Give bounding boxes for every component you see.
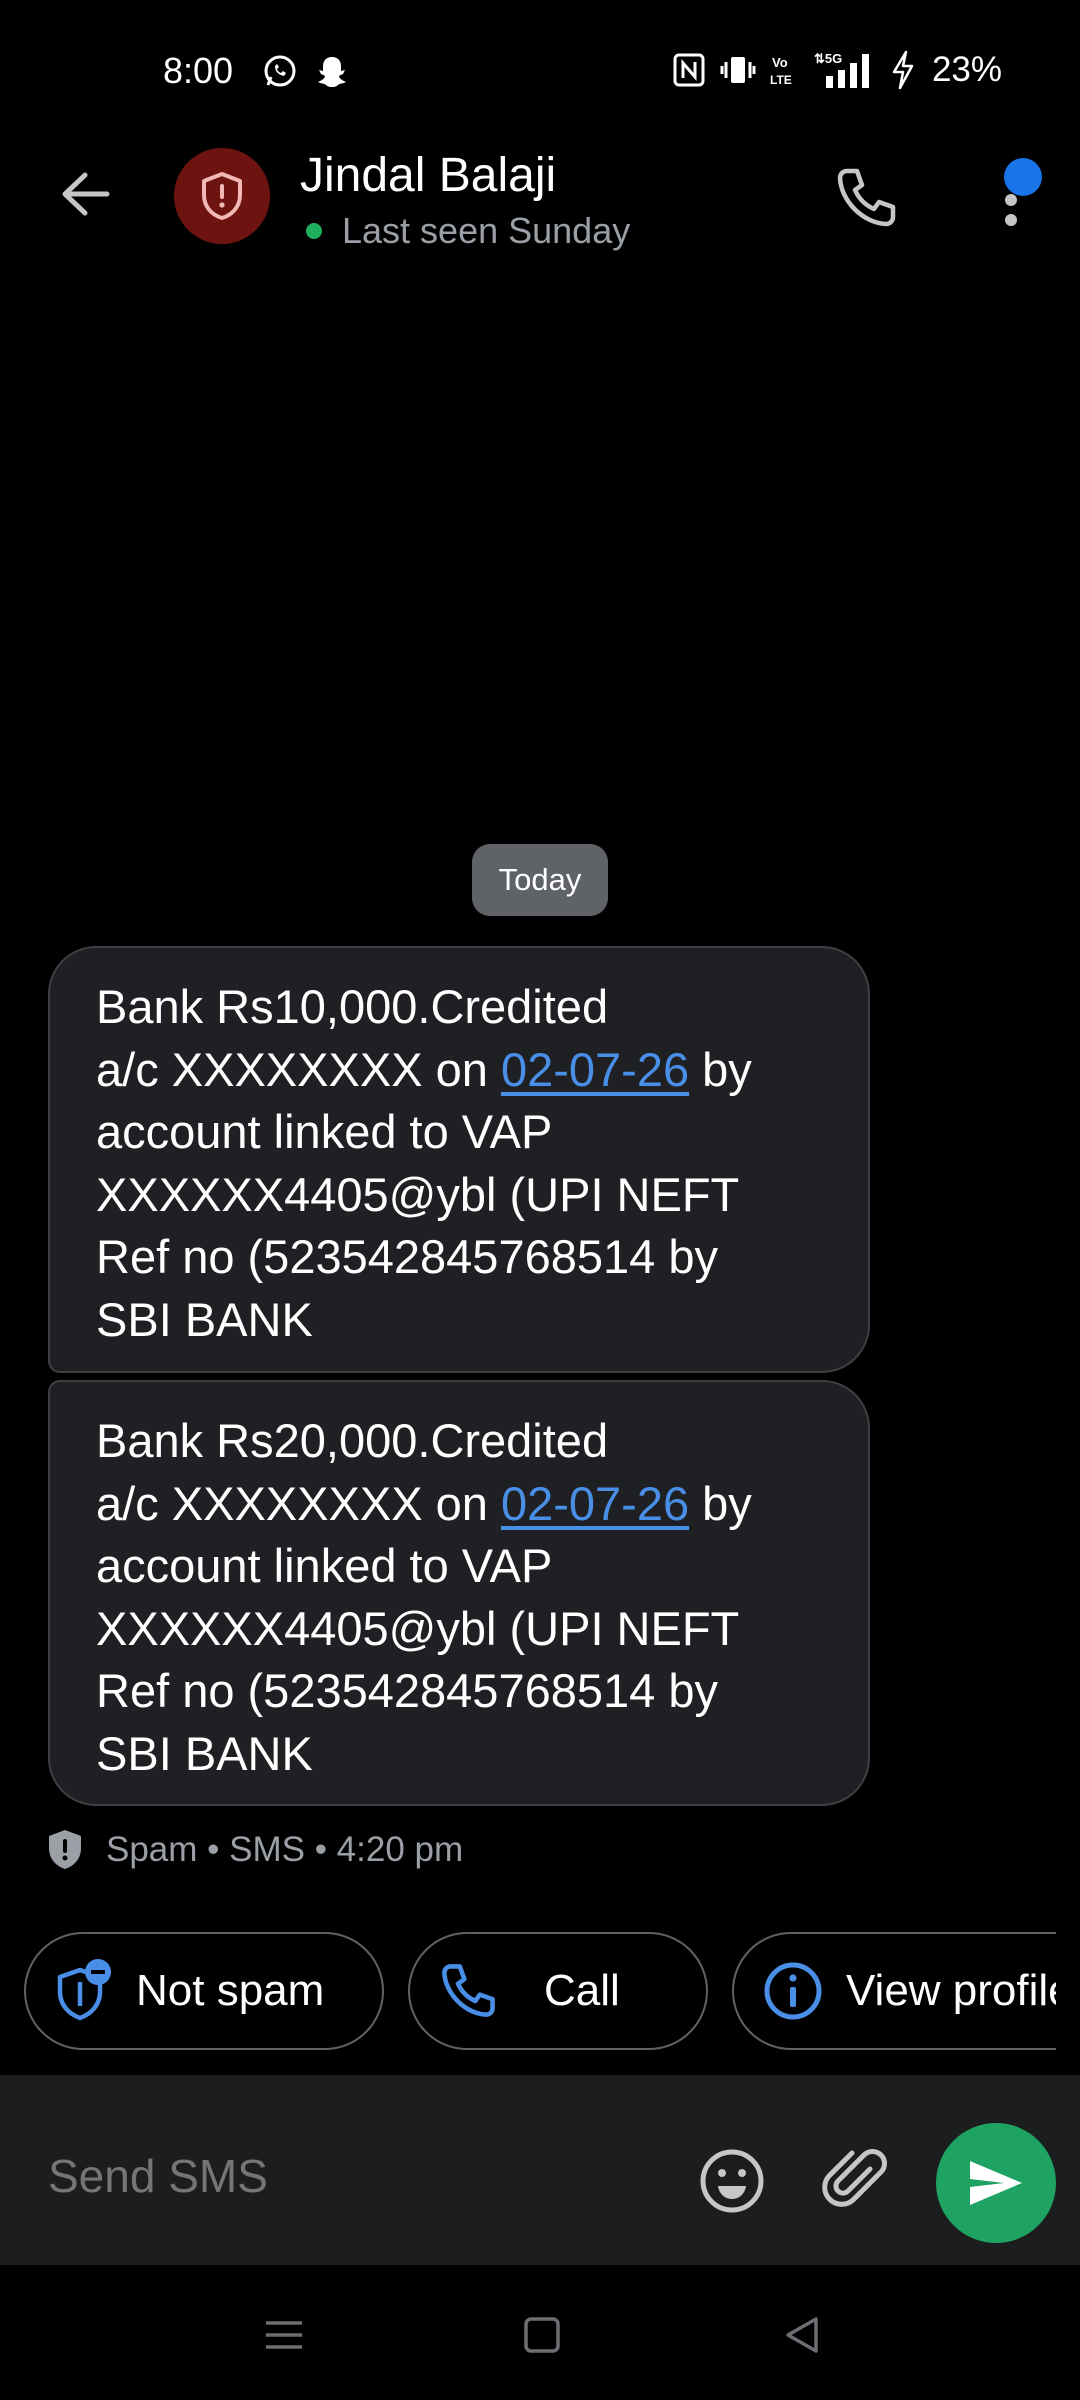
send-icon	[970, 2161, 1022, 2205]
send-button[interactable]	[936, 2123, 1056, 2243]
message-line: XXXXXX4405@ybl (UPI NEFT	[96, 1601, 740, 1655]
message-line: SBI BANK	[96, 1292, 313, 1346]
message-bubble[interactable]: Bank Rs10,000.Credited a/c XXXXXXXX on 0…	[48, 946, 870, 1373]
message-line: a/c XXXXXXXX on 02-07-26 by	[96, 1042, 752, 1096]
message-line: Bank Rs20,000.Credited	[96, 1414, 609, 1467]
suggestion-chips: Not spam Call View profile	[0, 1920, 1056, 2070]
back-nav-button[interactable]	[772, 2305, 832, 2365]
view-profile-label: View profile	[846, 1966, 1056, 2015]
whatsapp-icon	[262, 53, 298, 89]
info-icon	[764, 1962, 822, 2020]
call-chip[interactable]: Call	[408, 1932, 708, 2050]
snapchat-icon	[314, 53, 350, 89]
last-seen-text: Last seen Sunday	[342, 210, 631, 251]
presence-dot	[306, 223, 322, 239]
notification-badge	[1004, 158, 1042, 196]
call-label: Call	[544, 1966, 620, 2015]
triangle-back-icon	[786, 2317, 818, 2353]
phone-icon	[442, 1964, 495, 2017]
5g-signal-icon: ⇅5G	[814, 51, 869, 88]
message-line: a/c XXXXXXXX on 02-07-26 by	[96, 1476, 752, 1530]
navigation-bar	[0, 2265, 1080, 2400]
square-home-icon	[524, 2317, 560, 2353]
view-profile-chip[interactable]: View profile	[732, 1932, 1056, 2050]
message-line: SBI BANK	[96, 1726, 313, 1780]
date-divider: Today	[472, 844, 608, 916]
volte-icon: Vo LTE	[770, 55, 792, 87]
vibrate-icon	[720, 57, 756, 83]
status-time: 8:00	[163, 50, 234, 91]
contact-name[interactable]: Jindal Balaji	[300, 148, 556, 203]
shield-remove-icon	[57, 1959, 111, 2021]
attach-button[interactable]	[820, 2145, 892, 2217]
battery-percent: 23%	[931, 50, 1002, 89]
date-link[interactable]: 02-07-26	[501, 1477, 689, 1530]
message-bubble[interactable]: Bank Rs20,000.Credited a/c XXXXXXXX on 0…	[48, 1380, 870, 1806]
message-meta: Spam • SMS • 4:20 pm	[46, 1828, 463, 1872]
emoji-icon	[700, 2149, 764, 2213]
back-button[interactable]	[50, 164, 120, 224]
paperclip-icon	[822, 2149, 887, 2207]
shield-alert-icon	[49, 1830, 81, 1869]
conversation-header: Jindal Balaji Last seen Sunday	[0, 130, 1080, 260]
status-bar: 8:00 Vo LTE ⇅5G 23%	[0, 0, 1080, 130]
presence-status: Last seen Sunday	[306, 210, 630, 252]
not-spam-chip[interactable]: Not spam	[24, 1932, 384, 2050]
message-line: Ref no (523542845768514 by	[96, 1664, 718, 1717]
message-line: account linked to VAP	[96, 1539, 553, 1592]
message-meta-text: Spam • SMS • 4:20 pm	[106, 1830, 464, 1869]
message-line: XXXXXX4405@ybl (UPI NEFT	[96, 1167, 740, 1221]
nfc-icon	[673, 53, 705, 87]
message-line: account linked to VAP	[96, 1105, 553, 1158]
avatar[interactable]	[174, 148, 270, 244]
svg-text:Vo: Vo	[772, 55, 788, 70]
recents-button[interactable]	[254, 2305, 314, 2365]
charging-icon	[892, 50, 914, 90]
message-line: Bank Rs10,000.Credited	[96, 980, 609, 1033]
message-composer	[0, 2075, 1080, 2265]
svg-text:⇅5G: ⇅5G	[814, 51, 842, 66]
more-dot-icon	[1005, 214, 1017, 226]
phone-icon	[837, 168, 896, 227]
arrow-back-icon	[62, 172, 110, 216]
home-button[interactable]	[512, 2305, 572, 2365]
date-link[interactable]: 02-07-26	[501, 1043, 689, 1096]
menu-icon	[266, 2321, 302, 2349]
svg-text:LTE: LTE	[770, 73, 792, 87]
emoji-button[interactable]	[696, 2145, 768, 2217]
call-button[interactable]	[826, 158, 906, 238]
sms-input[interactable]	[48, 2149, 648, 2203]
shield-alert-icon	[202, 172, 242, 220]
message-line: Ref no (523542845768514 by	[96, 1230, 718, 1283]
not-spam-label: Not spam	[136, 1966, 325, 2015]
more-dot-icon	[1005, 194, 1017, 206]
